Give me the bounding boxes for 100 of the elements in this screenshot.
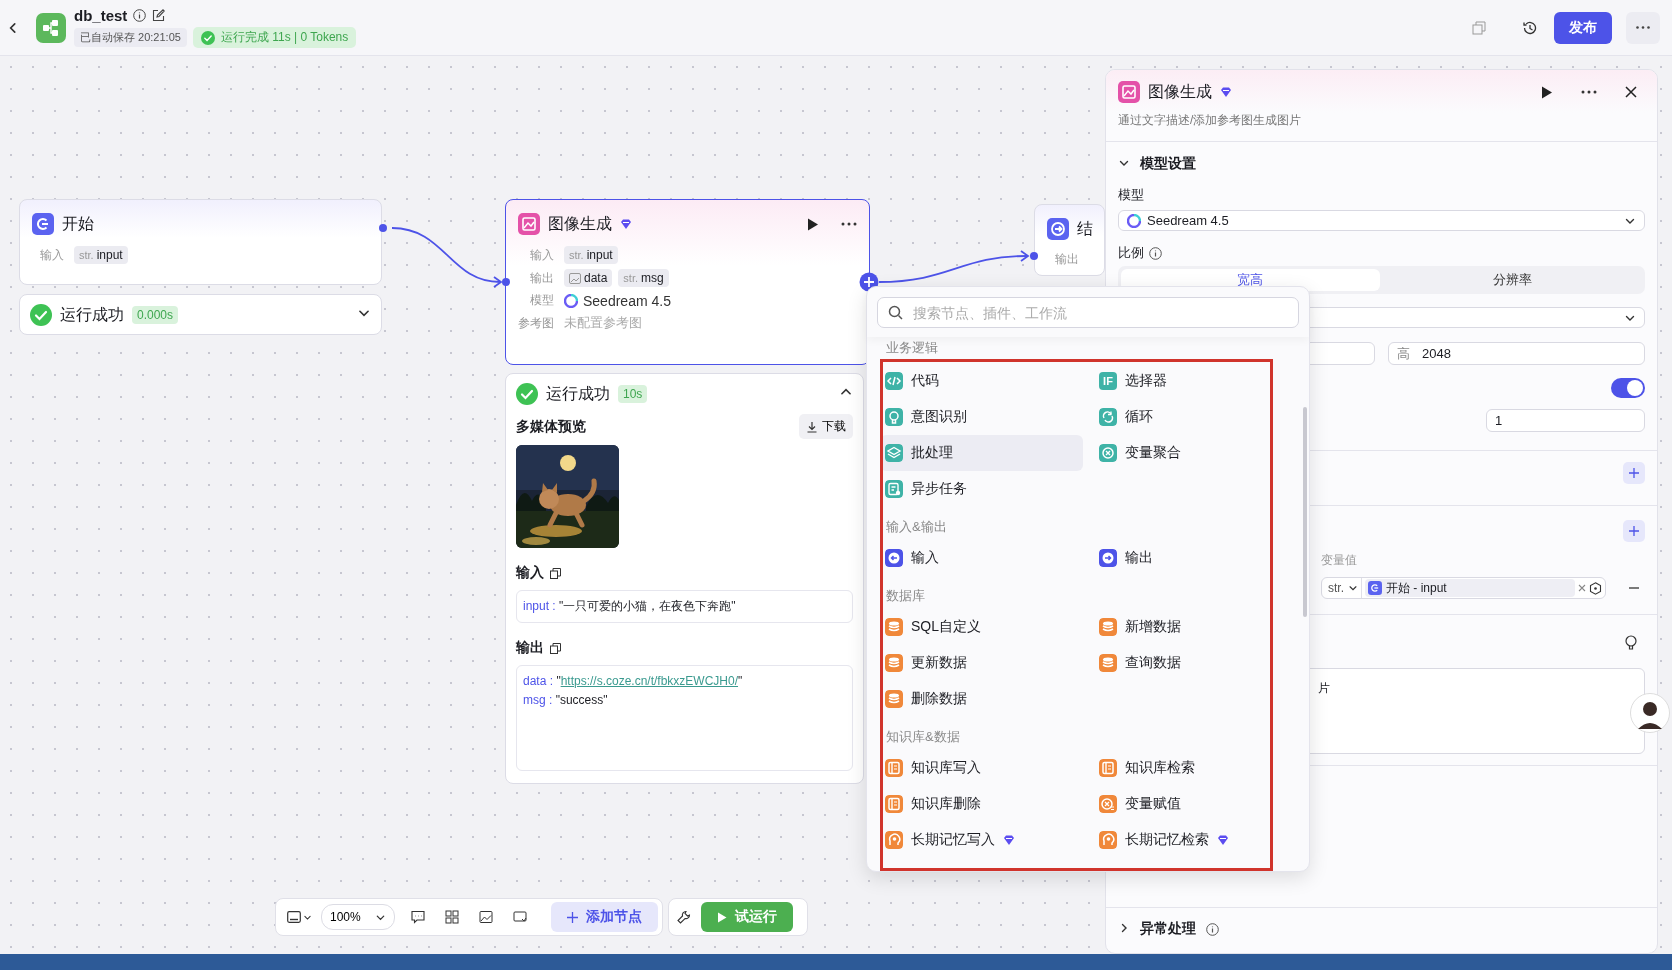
- frame-icon[interactable]: [512, 910, 527, 924]
- add-button[interactable]: [1623, 462, 1645, 484]
- model-select[interactable]: Seedream 4.5: [1118, 210, 1645, 231]
- result-link[interactable]: https://s.coze.cn/t/fbkxzEWCJH0/: [560, 674, 739, 688]
- section-title: 业务逻辑: [885, 339, 938, 357]
- history-icon[interactable]: [1522, 19, 1538, 36]
- input-title: 输入: [516, 564, 544, 582]
- output-line: msg : "success": [523, 692, 609, 709]
- settings-icon[interactable]: [1589, 581, 1602, 595]
- grid-icon[interactable]: [444, 910, 459, 924]
- wrench-icon[interactable]: [677, 910, 691, 924]
- menu-item[interactable]: 意图识别: [880, 399, 1083, 435]
- more-icon: [1636, 26, 1650, 29]
- variable-tag: str. input: [74, 246, 128, 264]
- menu-item[interactable]: 循环: [1094, 399, 1266, 435]
- menu-item[interactable]: 知识库写入: [880, 750, 1083, 786]
- scrollbar[interactable]: [1303, 407, 1307, 617]
- comment-icon[interactable]: [410, 910, 425, 924]
- zoom-select[interactable]: 100%: [321, 904, 395, 930]
- bulb-icon[interactable]: [1625, 635, 1637, 651]
- variable-tag: data: [564, 269, 613, 287]
- menu-item[interactable]: SQL自定义: [880, 609, 1083, 645]
- image-node-icon: [518, 213, 540, 235]
- play-icon: [717, 911, 727, 923]
- menu-item[interactable]: 批处理: [880, 435, 1083, 471]
- field-label: 模型: [1118, 186, 1144, 204]
- start-node-icon: [1368, 581, 1382, 595]
- toggle-switch[interactable]: [1611, 378, 1645, 398]
- count-field[interactable]: 1: [1486, 409, 1645, 432]
- image-icon[interactable]: [478, 910, 493, 924]
- autosave-label: 已自动保存 20:21:05: [74, 28, 187, 47]
- download-button[interactable]: 下载: [799, 414, 853, 439]
- screen-icon: [287, 911, 301, 923]
- port-dot[interactable]: [502, 278, 510, 286]
- workflow-node[interactable]: 开始 输入 str. input: [19, 199, 382, 285]
- run-status: 运行成功: [546, 383, 610, 404]
- copy-icon[interactable]: [550, 567, 561, 579]
- close-icon[interactable]: [1625, 86, 1637, 98]
- plus-icon: [567, 911, 578, 923]
- row-label: 模型: [529, 292, 554, 309]
- menu-item[interactable]: 长期记忆检索: [1094, 822, 1266, 858]
- play-icon[interactable]: [1541, 85, 1553, 99]
- menu-item[interactable]: 异步任务: [880, 471, 1083, 507]
- more-icon[interactable]: [1581, 90, 1597, 94]
- row-label: 参考图: [518, 314, 554, 332]
- menu-item[interactable]: 更新数据: [880, 645, 1083, 681]
- add-node-button[interactable]: 添加节点: [551, 902, 658, 932]
- column-label: 变量值: [1321, 551, 1357, 569]
- play-icon[interactable]: [807, 217, 819, 231]
- reference-value: 未配置参考图: [564, 314, 643, 332]
- copy-icon[interactable]: [550, 642, 561, 654]
- edit-icon[interactable]: [152, 9, 166, 22]
- port-dot[interactable]: [1030, 252, 1038, 260]
- menu-item[interactable]: 输入: [880, 540, 1083, 576]
- menu-item[interactable]: 变量赋值: [1094, 786, 1266, 822]
- section-title: 模型设置: [1140, 155, 1196, 173]
- height-field[interactable]: 高 2048: [1388, 342, 1645, 365]
- info-icon[interactable]: [1149, 246, 1162, 260]
- type-select[interactable]: str.: [1325, 578, 1362, 598]
- end-node-icon: [1047, 218, 1069, 240]
- duration-badge: 0.000s: [132, 306, 179, 324]
- section-title: 输入&输出: [885, 518, 947, 536]
- field-label: 比例: [1118, 244, 1144, 262]
- menu-item[interactable]: 代码: [880, 363, 1083, 399]
- menu-item[interactable]: 变量聚合: [1094, 435, 1266, 471]
- plus-icon: [1629, 526, 1639, 536]
- clear-icon[interactable]: [1578, 584, 1586, 592]
- info-icon[interactable]: [133, 9, 147, 22]
- menu-item[interactable]: IF 选择器: [1094, 363, 1266, 399]
- search-icon: [888, 305, 903, 320]
- workflow-node[interactable]: 图像生成 输入 str. input 输出 data str. msg 模型 Seedream 4.5 参考图 未配置参考图: [505, 199, 870, 365]
- menu-item[interactable]: 删除数据: [880, 681, 1083, 717]
- publish-button[interactable]: 发布: [1554, 11, 1612, 44]
- add-button[interactable]: [1623, 520, 1645, 542]
- info-icon[interactable]: [1206, 922, 1219, 936]
- menu-item[interactable]: 新增数据: [1094, 609, 1266, 645]
- row-label: 输入: [529, 246, 554, 264]
- model-logo-icon: [564, 293, 578, 308]
- more-icon[interactable]: [841, 222, 857, 226]
- section-title: 知识库&数据: [885, 728, 960, 746]
- variable-tag: str. input: [564, 246, 618, 264]
- menu-item[interactable]: 输出: [1094, 540, 1266, 576]
- download-icon: [806, 420, 818, 433]
- ratio-tab[interactable]: 分辨率: [1383, 269, 1642, 291]
- row-label: 输出: [1054, 251, 1079, 268]
- app-logo-icon: [36, 12, 66, 43]
- duration-badge: 10s: [618, 385, 648, 403]
- avatar-icon[interactable]: [1630, 693, 1670, 733]
- section-title: 数据库: [885, 587, 925, 605]
- menu-item[interactable]: 知识库删除: [880, 786, 1083, 822]
- node-title: 图像生成: [548, 213, 612, 234]
- dropdown-chevron-icon[interactable]: [1348, 583, 1358, 593]
- variable-value-field[interactable]: str. 开始 - input: [1321, 577, 1606, 599]
- image-icon: [569, 272, 581, 284]
- menu-item[interactable]: 长期记忆写入: [880, 822, 1083, 858]
- workflow-node[interactable]: 结 输出: [1034, 204, 1105, 276]
- panel-description: 通过文字描述/添加参考图生成图片: [1118, 111, 1303, 129]
- variable-chip: 开始 - input: [1365, 579, 1575, 597]
- port-dot[interactable]: [379, 224, 387, 232]
- variable-tag: str. msg: [618, 269, 669, 287]
